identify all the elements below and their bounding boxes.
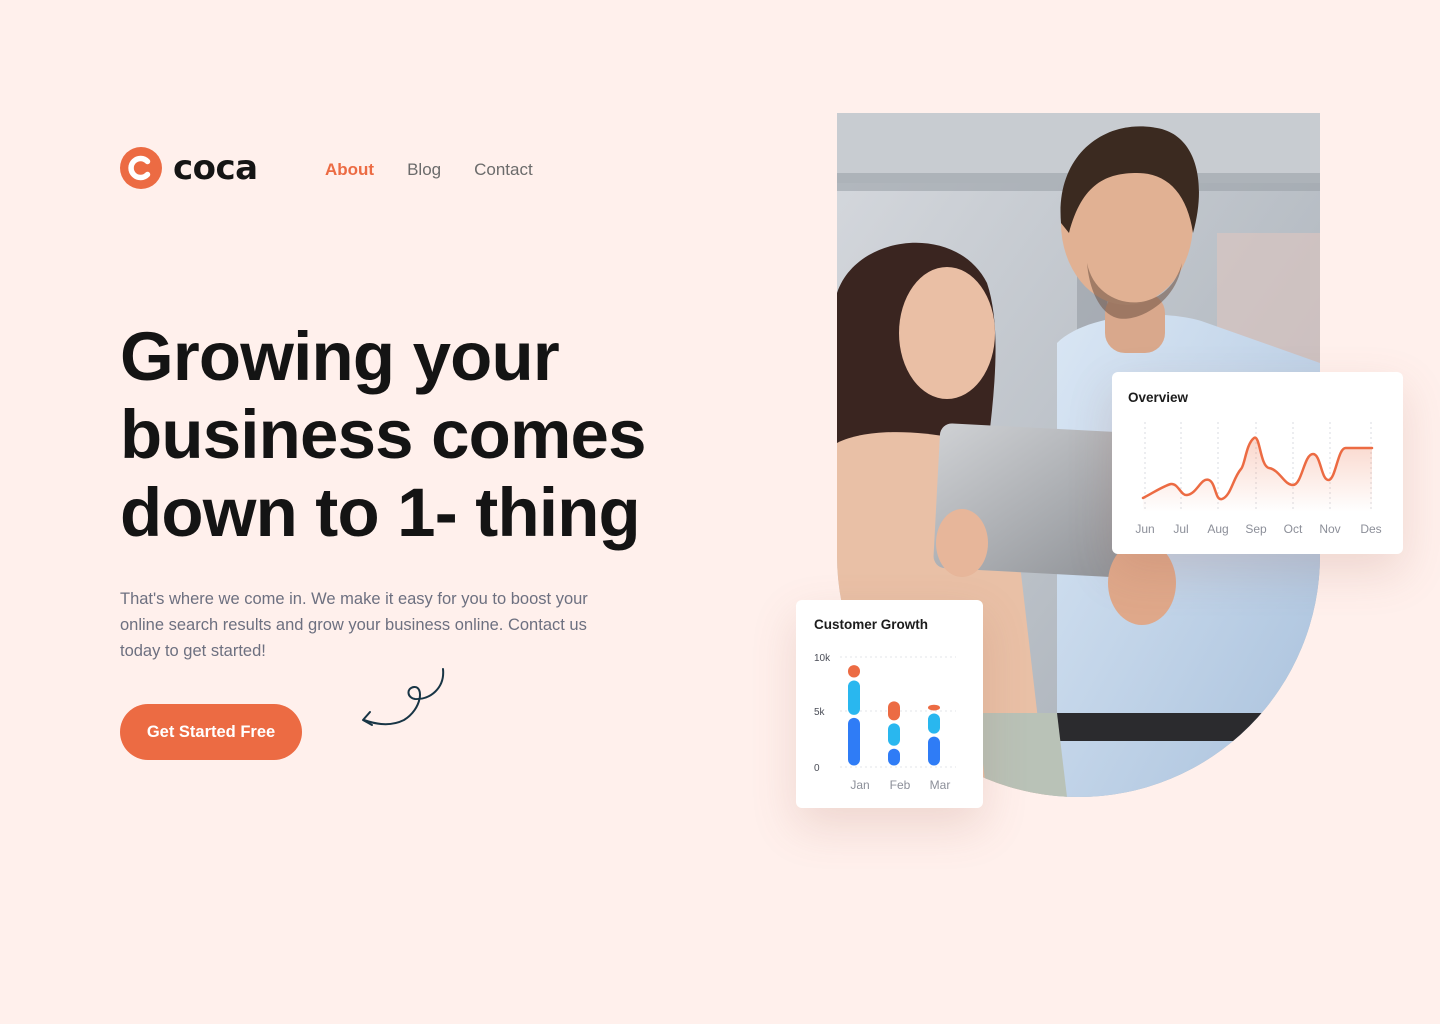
overview-x-label: Jul	[1173, 522, 1188, 536]
growth-y-tick: 10k	[814, 653, 831, 664]
overview-x-label: Aug	[1207, 522, 1228, 536]
overview-x-label: Jun	[1135, 522, 1154, 536]
hero-headline: Growing your business comes down to 1- t…	[120, 318, 647, 551]
brand-name: coca	[173, 148, 258, 188]
growth-bar-segment	[888, 723, 900, 746]
growth-x-label: Mar	[930, 778, 951, 792]
growth-y-tick: 0	[814, 763, 820, 774]
overview-card: Overview Jun Jul Aug Sep Oct Nov Des	[1112, 372, 1403, 554]
logo-mark-icon	[120, 147, 162, 189]
growth-bar-segment	[888, 748, 900, 766]
growth-bar-segment	[888, 701, 900, 721]
growth-bar-segment	[928, 736, 940, 766]
overview-x-label: Oct	[1284, 522, 1303, 536]
overview-x-label: Des	[1360, 522, 1381, 536]
growth-bar-segment	[848, 665, 860, 678]
overview-x-label: Sep	[1245, 522, 1267, 536]
main-nav: About Blog Contact	[325, 160, 566, 180]
hero-subtext: That's where we come in. We make it easy…	[120, 590, 588, 660]
growth-x-label: Feb	[890, 778, 911, 792]
nav-about[interactable]: About	[325, 160, 374, 180]
overview-line-chart: Jun Jul Aug Sep Oct Nov Des	[1135, 422, 1382, 536]
growth-bar-segment	[928, 704, 940, 711]
get-started-button[interactable]: Get Started Free	[120, 704, 302, 760]
growth-y-tick: 5k	[814, 707, 826, 718]
growth-bar-segment	[848, 680, 860, 715]
overview-area	[1143, 437, 1372, 512]
growth-bar-segment	[848, 717, 860, 766]
logo[interactable]: coca	[120, 147, 258, 189]
customer-growth-bar-chart: 10k 5k 0 Jan Feb Mar	[814, 653, 956, 792]
curly-arrow-icon	[362, 668, 445, 726]
nav-contact[interactable]: Contact	[474, 160, 533, 180]
growth-bar-segment	[928, 713, 940, 734]
customer-growth-card: Customer Growth 10k 5k 0 Jan Feb Mar	[796, 600, 983, 808]
growth-x-label: Jan	[850, 778, 869, 792]
nav-blog[interactable]: Blog	[407, 160, 441, 180]
overview-x-label: Nov	[1319, 522, 1340, 536]
